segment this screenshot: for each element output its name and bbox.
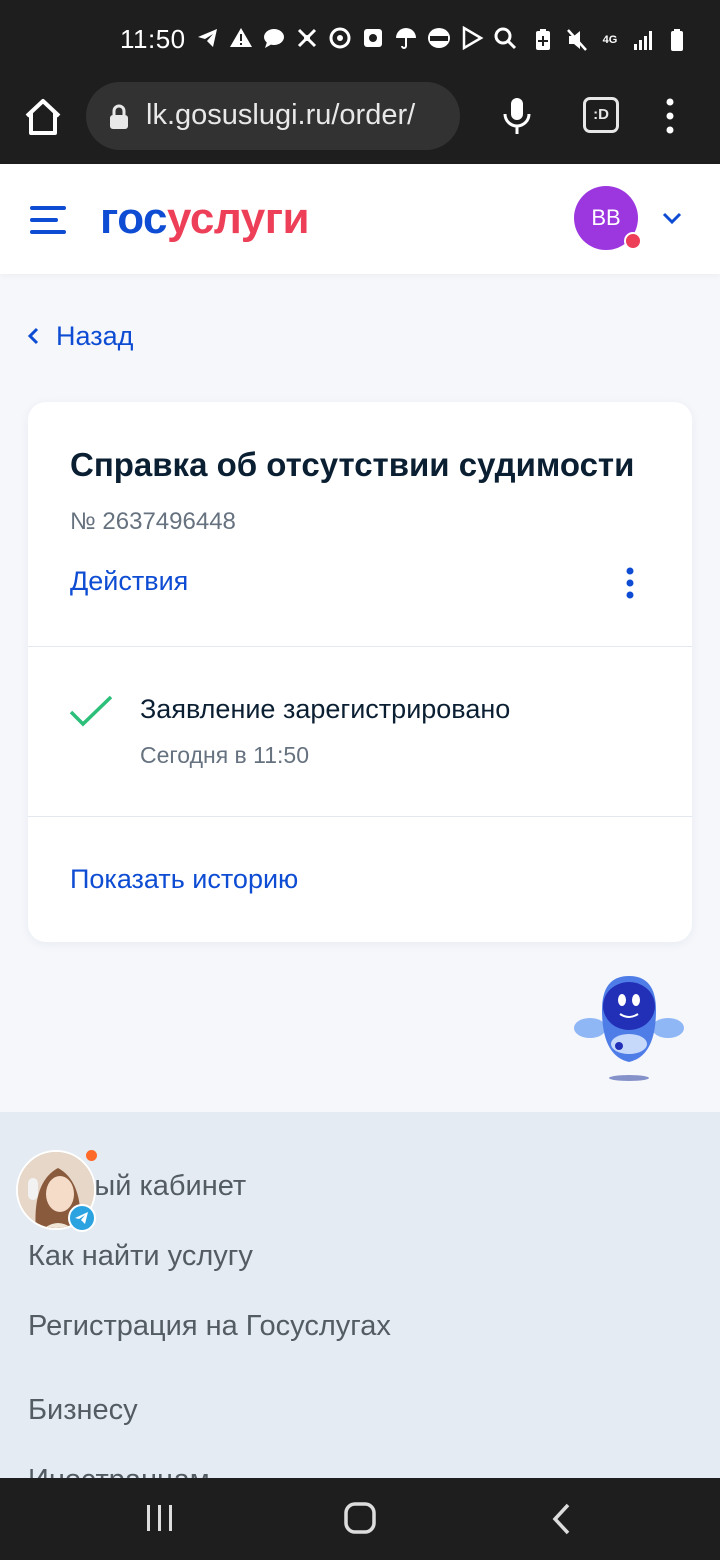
telegram-icon — [198, 29, 217, 47]
robot-assistant-icon[interactable] — [572, 970, 686, 1084]
more-vertical-icon[interactable] — [660, 96, 680, 136]
system-nav-bar — [0, 1478, 720, 1560]
mute-icon — [567, 29, 587, 51]
nav-back-icon[interactable] — [550, 1502, 574, 1536]
notification-icons — [196, 26, 517, 50]
vpn-icon — [329, 27, 351, 49]
square-icon — [364, 29, 382, 47]
divider — [28, 816, 692, 817]
network-4g-icon: 4G — [602, 33, 618, 46]
lock-icon — [110, 104, 128, 129]
signal-icon — [634, 31, 652, 50]
play-icon — [462, 26, 484, 50]
footer-link-find-service[interactable]: Как найти услугу — [28, 1240, 253, 1273]
chat-icon — [264, 29, 284, 48]
back-link[interactable]: Назад — [26, 318, 133, 354]
url-text[interactable]: lk.gosuslugi.ru/order/ — [146, 99, 452, 132]
tabs-button[interactable]: :D — [583, 97, 619, 133]
checkmark-icon — [69, 695, 113, 727]
recent-apps-icon[interactable] — [144, 1502, 176, 1534]
order-title: Справка об отсутствии судимости — [70, 446, 635, 483]
logo-part2: услуги — [167, 194, 310, 243]
status-time: Сегодня в 11:50 — [140, 742, 309, 768]
warning-icon — [230, 28, 252, 47]
footer-link-foreigners[interactable]: Иностранцам — [28, 1464, 210, 1478]
actions-menu-icon[interactable] — [622, 566, 638, 600]
divider — [28, 646, 692, 647]
actions-link[interactable]: Действия — [70, 566, 188, 597]
show-history-link[interactable]: Показать историю — [70, 864, 298, 895]
status-title: Заявление зарегистрировано — [140, 694, 511, 724]
footer: Личный кабинет Как найти услугу Регистра… — [0, 1112, 720, 1478]
footer-link-business[interactable]: Бизнесу — [28, 1394, 138, 1427]
status-bar: 11:50 4G — [0, 0, 720, 82]
battery-saver-icon — [536, 29, 550, 50]
nav-home-icon[interactable] — [342, 1500, 378, 1536]
browser-toolbar: lk.gosuslugi.ru/order/ :D — [0, 82, 720, 164]
site-header: госуслуги ВВ — [0, 164, 720, 274]
gosuslugi-logo[interactable]: госуслуги — [100, 194, 310, 244]
chevron-left-icon — [27, 327, 39, 345]
logo-part1: гос — [100, 194, 168, 243]
status-time: 11:50 — [120, 24, 186, 54]
back-label[interactable]: Назад — [56, 321, 133, 352]
notification-dot — [624, 232, 642, 250]
umbrella-icon — [396, 28, 416, 49]
telegram-badge-icon — [68, 1204, 96, 1232]
chat-notification-dot — [86, 1150, 97, 1161]
crossed-icon — [297, 28, 317, 48]
url-bar[interactable]: lk.gosuslugi.ru/order/ — [86, 82, 460, 150]
menu-icon[interactable] — [30, 204, 68, 236]
microphone-icon[interactable] — [500, 96, 534, 136]
chevron-down-icon[interactable] — [660, 208, 684, 228]
burger-king-icon — [428, 28, 450, 48]
order-card: Справка об отсутствии судимости № 263749… — [28, 402, 692, 942]
home-icon[interactable] — [22, 96, 64, 138]
order-number: № 2637496448 — [70, 508, 236, 535]
battery-icon — [671, 29, 683, 51]
system-icons: 4G — [532, 28, 688, 52]
search-icon — [494, 27, 517, 50]
footer-link-registration[interactable]: Регистрация на Госуслугах — [28, 1310, 391, 1343]
